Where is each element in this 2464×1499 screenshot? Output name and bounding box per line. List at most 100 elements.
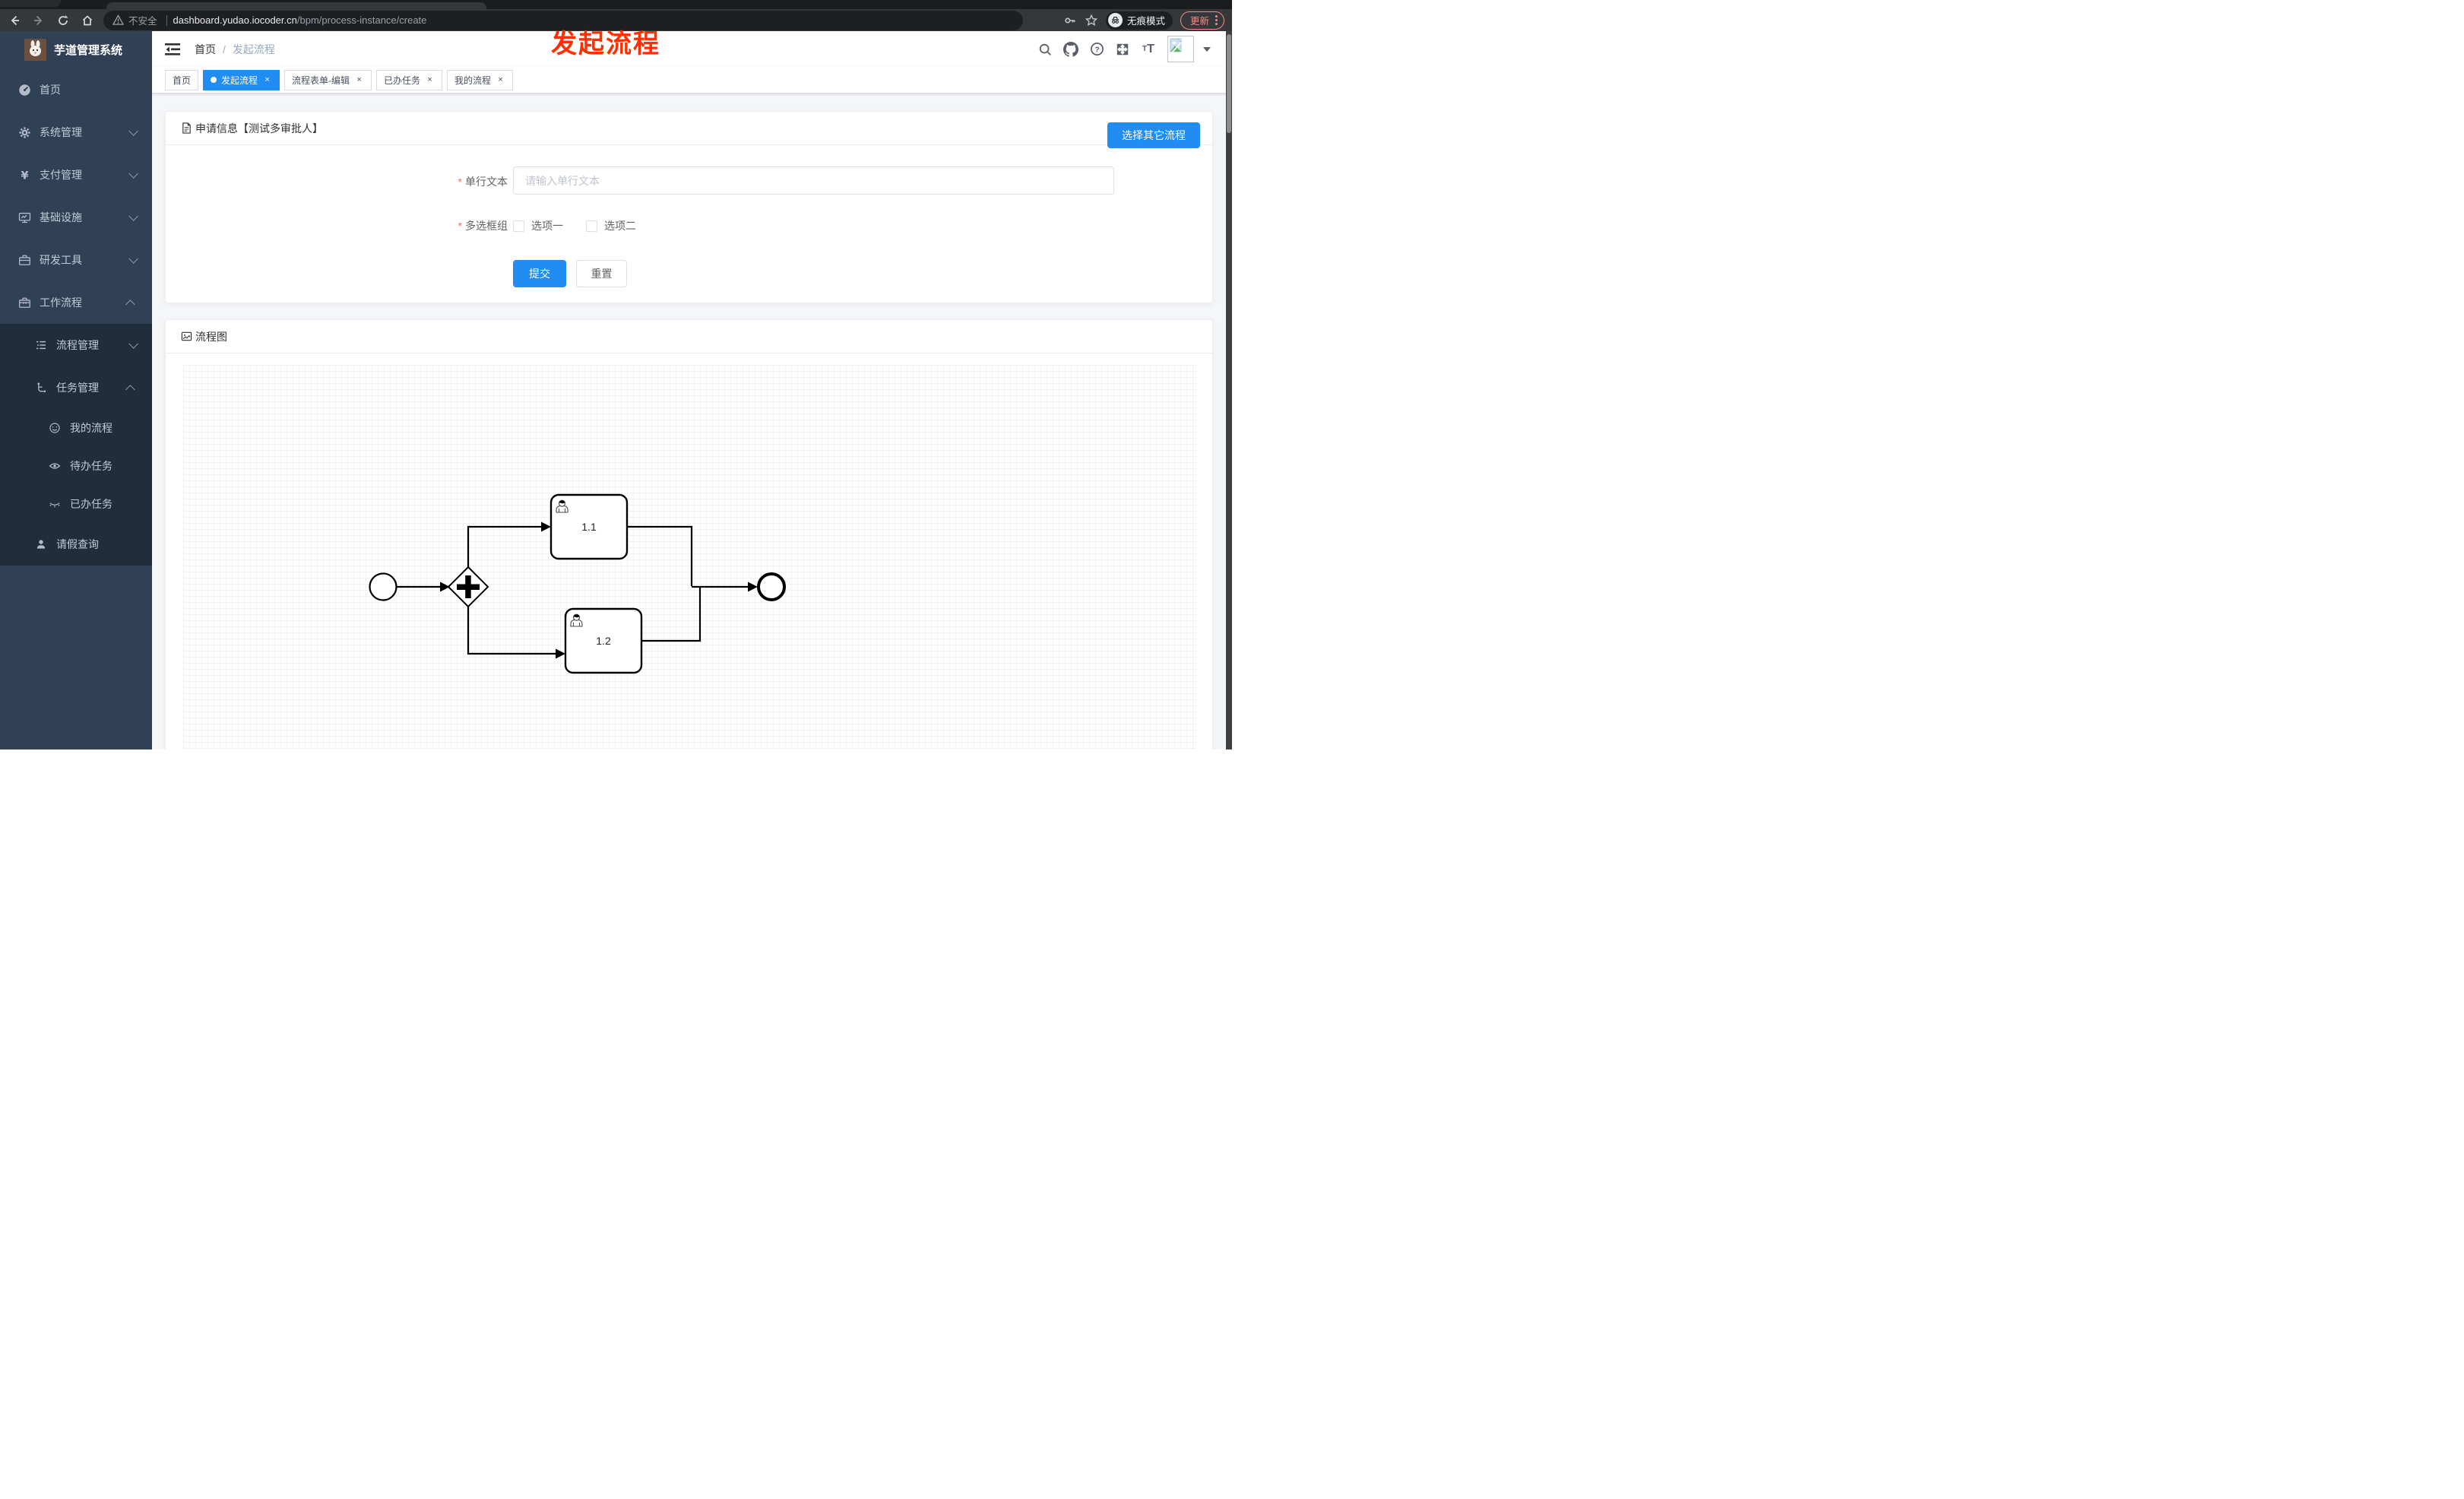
choose-other-process-button[interactable]: 选择其它流程 (1107, 122, 1200, 148)
tab-close-icon[interactable]: × (496, 75, 505, 85)
checkbox-group-label: 多选框组 (465, 220, 508, 232)
scrollbar-thumb[interactable] (1227, 34, 1231, 133)
checkbox-option-1-label[interactable]: 选项一 (531, 218, 563, 233)
submit-button[interactable]: 提交 (513, 260, 566, 287)
breadcrumb-home[interactable]: 首页 (195, 42, 216, 57)
sidebar-item-8[interactable]: 我的流程 (0, 409, 152, 447)
required-asterisk: * (458, 220, 462, 232)
header-actions: ? TT (1029, 36, 1232, 62)
font-size-icon[interactable]: TT (1139, 40, 1158, 59)
sidebar-item-4[interactable]: 研发工具 (0, 239, 152, 281)
browser-active-tab[interactable] (106, 2, 486, 9)
dashboard-icon (17, 84, 32, 97)
sidebar-item-1[interactable]: 系统管理 (0, 111, 152, 154)
warning-icon (112, 14, 124, 25)
bpmn-parallel-gateway[interactable] (447, 566, 489, 608)
sidebar-item-7[interactable]: 任务管理 (0, 366, 152, 409)
tags-view: 首页 发起流程 × 流程表单-编辑 × 已办任务 × 我的流程 × (152, 67, 1232, 93)
bpmn-user-task-1-2[interactable]: 1.2 (564, 607, 643, 674)
picture-icon (181, 331, 192, 342)
browser-reload-button[interactable] (53, 11, 73, 30)
avatar-dropdown-caret[interactable] (1203, 46, 1211, 52)
tab-close-icon[interactable]: × (262, 75, 272, 85)
tab-1[interactable]: 发起流程 × (203, 69, 280, 90)
process-diagram-header: 流程图 (166, 320, 1212, 353)
incognito-badge[interactable]: 无痕模式 (1105, 11, 1173, 30)
github-icon[interactable] (1061, 40, 1081, 59)
bpmn-canvas[interactable]: 1.1 1.2 (183, 365, 1196, 750)
chevron-down-icon (128, 211, 138, 221)
apply-info-title: 申请信息【测试多审批人】 (195, 122, 323, 135)
single-line-text-input[interactable] (513, 166, 1114, 195)
sidebar-item-label: 系统管理 (40, 126, 82, 138)
branch-icon (33, 382, 49, 394)
bpmn-start-event[interactable] (369, 572, 397, 601)
page-scrollbar[interactable] (1226, 31, 1232, 750)
sidebar-item-label: 工作流程 (40, 296, 82, 309)
sidebar-item-0[interactable]: 首页 (0, 68, 152, 111)
tab-0[interactable]: 首页 (165, 69, 199, 90)
sidebar-item-9[interactable]: 待办任务 (0, 447, 152, 485)
key-icon[interactable] (1063, 14, 1077, 27)
tab-3[interactable]: 已办任务 × (376, 69, 443, 90)
security-label[interactable]: 不安全 (128, 13, 157, 27)
form-actions: 提交 重置 (513, 260, 627, 287)
bookmark-star-icon[interactable] (1085, 14, 1098, 27)
apply-info-header: 申请信息【测试多审批人】 (166, 112, 1212, 145)
chevron-up-icon (125, 384, 135, 395)
sidebar-item-label: 流程管理 (56, 339, 99, 351)
browser-home-button[interactable] (78, 11, 97, 30)
search-icon[interactable] (1035, 40, 1055, 59)
tab-4[interactable]: 我的流程 × (447, 69, 514, 90)
browser-back-button[interactable] (5, 11, 24, 30)
tab-label: 我的流程 (454, 74, 492, 86)
incognito-icon (1107, 13, 1123, 27)
checkbox-option-2-label[interactable]: 选项二 (604, 218, 636, 233)
checkbox-option-2[interactable] (586, 220, 597, 232)
sidebar-item-10[interactable]: 已办任务 (0, 485, 152, 523)
content: 申请信息【测试多审批人】 选择其它流程 * 单行文本 * 多选框组 选项一 选项… (152, 94, 1226, 750)
monitor-icon (17, 211, 32, 224)
browser-forward-button[interactable] (29, 11, 49, 30)
url-domain: dashboard.yudao.iocoder.cn (173, 14, 297, 26)
flow-list-icon (33, 339, 49, 351)
single-line-text-label: 单行文本 (465, 176, 508, 188)
sidebar-item-label: 支付管理 (40, 169, 82, 181)
chevron-down-icon (128, 125, 138, 136)
tab-close-icon[interactable]: × (354, 75, 364, 85)
tab-2[interactable]: 流程表单-编辑 × (284, 69, 372, 90)
help-icon[interactable]: ? (1087, 40, 1107, 59)
briefcase-icon (17, 254, 32, 267)
svg-text:?: ? (1094, 46, 1099, 54)
sidebar-item-5[interactable]: 工作流程 (0, 281, 152, 324)
tab-label: 已办任务 (384, 74, 421, 86)
eye-icon (47, 460, 62, 472)
tab-close-icon[interactable]: × (425, 75, 435, 85)
bpmn-end-event[interactable] (757, 572, 786, 601)
tab-label: 首页 (173, 74, 192, 86)
sidebar-item-label: 待办任务 (70, 460, 112, 472)
breadcrumb-separator: / (223, 43, 226, 55)
fullscreen-icon[interactable] (1113, 40, 1132, 59)
avatar[interactable] (1167, 36, 1194, 62)
update-label: 更新 (1189, 16, 1209, 27)
url-text[interactable]: dashboard.yudao.iocoder.cn/bpm/process-i… (173, 14, 427, 26)
sidebar-collapse-icon[interactable] (164, 42, 181, 57)
active-tab-dot (211, 77, 217, 83)
browser-menu-icon[interactable] (1215, 14, 1218, 26)
sidebar-logo[interactable]: 芋道管理系统 (0, 31, 152, 68)
bpmn-user-task-1-1[interactable]: 1.1 (549, 493, 629, 560)
process-diagram-card: 流程图 1.1 1.2 (165, 319, 1213, 750)
reset-button[interactable]: 重置 (576, 260, 627, 287)
chevron-down-icon (128, 338, 138, 349)
sidebar-item-6[interactable]: 流程管理 (0, 324, 152, 366)
sidebar-item-11[interactable]: 请假查询 (0, 523, 152, 566)
main-area: 首页 / 发起流程 ? TT 首页 发起流程 × 流程表单-编辑 × 已办任务 × 我的流程 × (152, 31, 1232, 750)
sidebar-item-2[interactable]: ¥ 支付管理 (0, 154, 152, 196)
sidebar-item-3[interactable]: 基础设施 (0, 196, 152, 239)
sidebar-item-label: 任务管理 (56, 382, 99, 394)
sidebar-item-label: 已办任务 (70, 498, 112, 510)
bpmn-diagram: 1.1 1.2 (369, 493, 786, 674)
checkbox-option-1[interactable] (513, 220, 524, 232)
browser-update-button[interactable]: 更新 (1180, 11, 1224, 30)
